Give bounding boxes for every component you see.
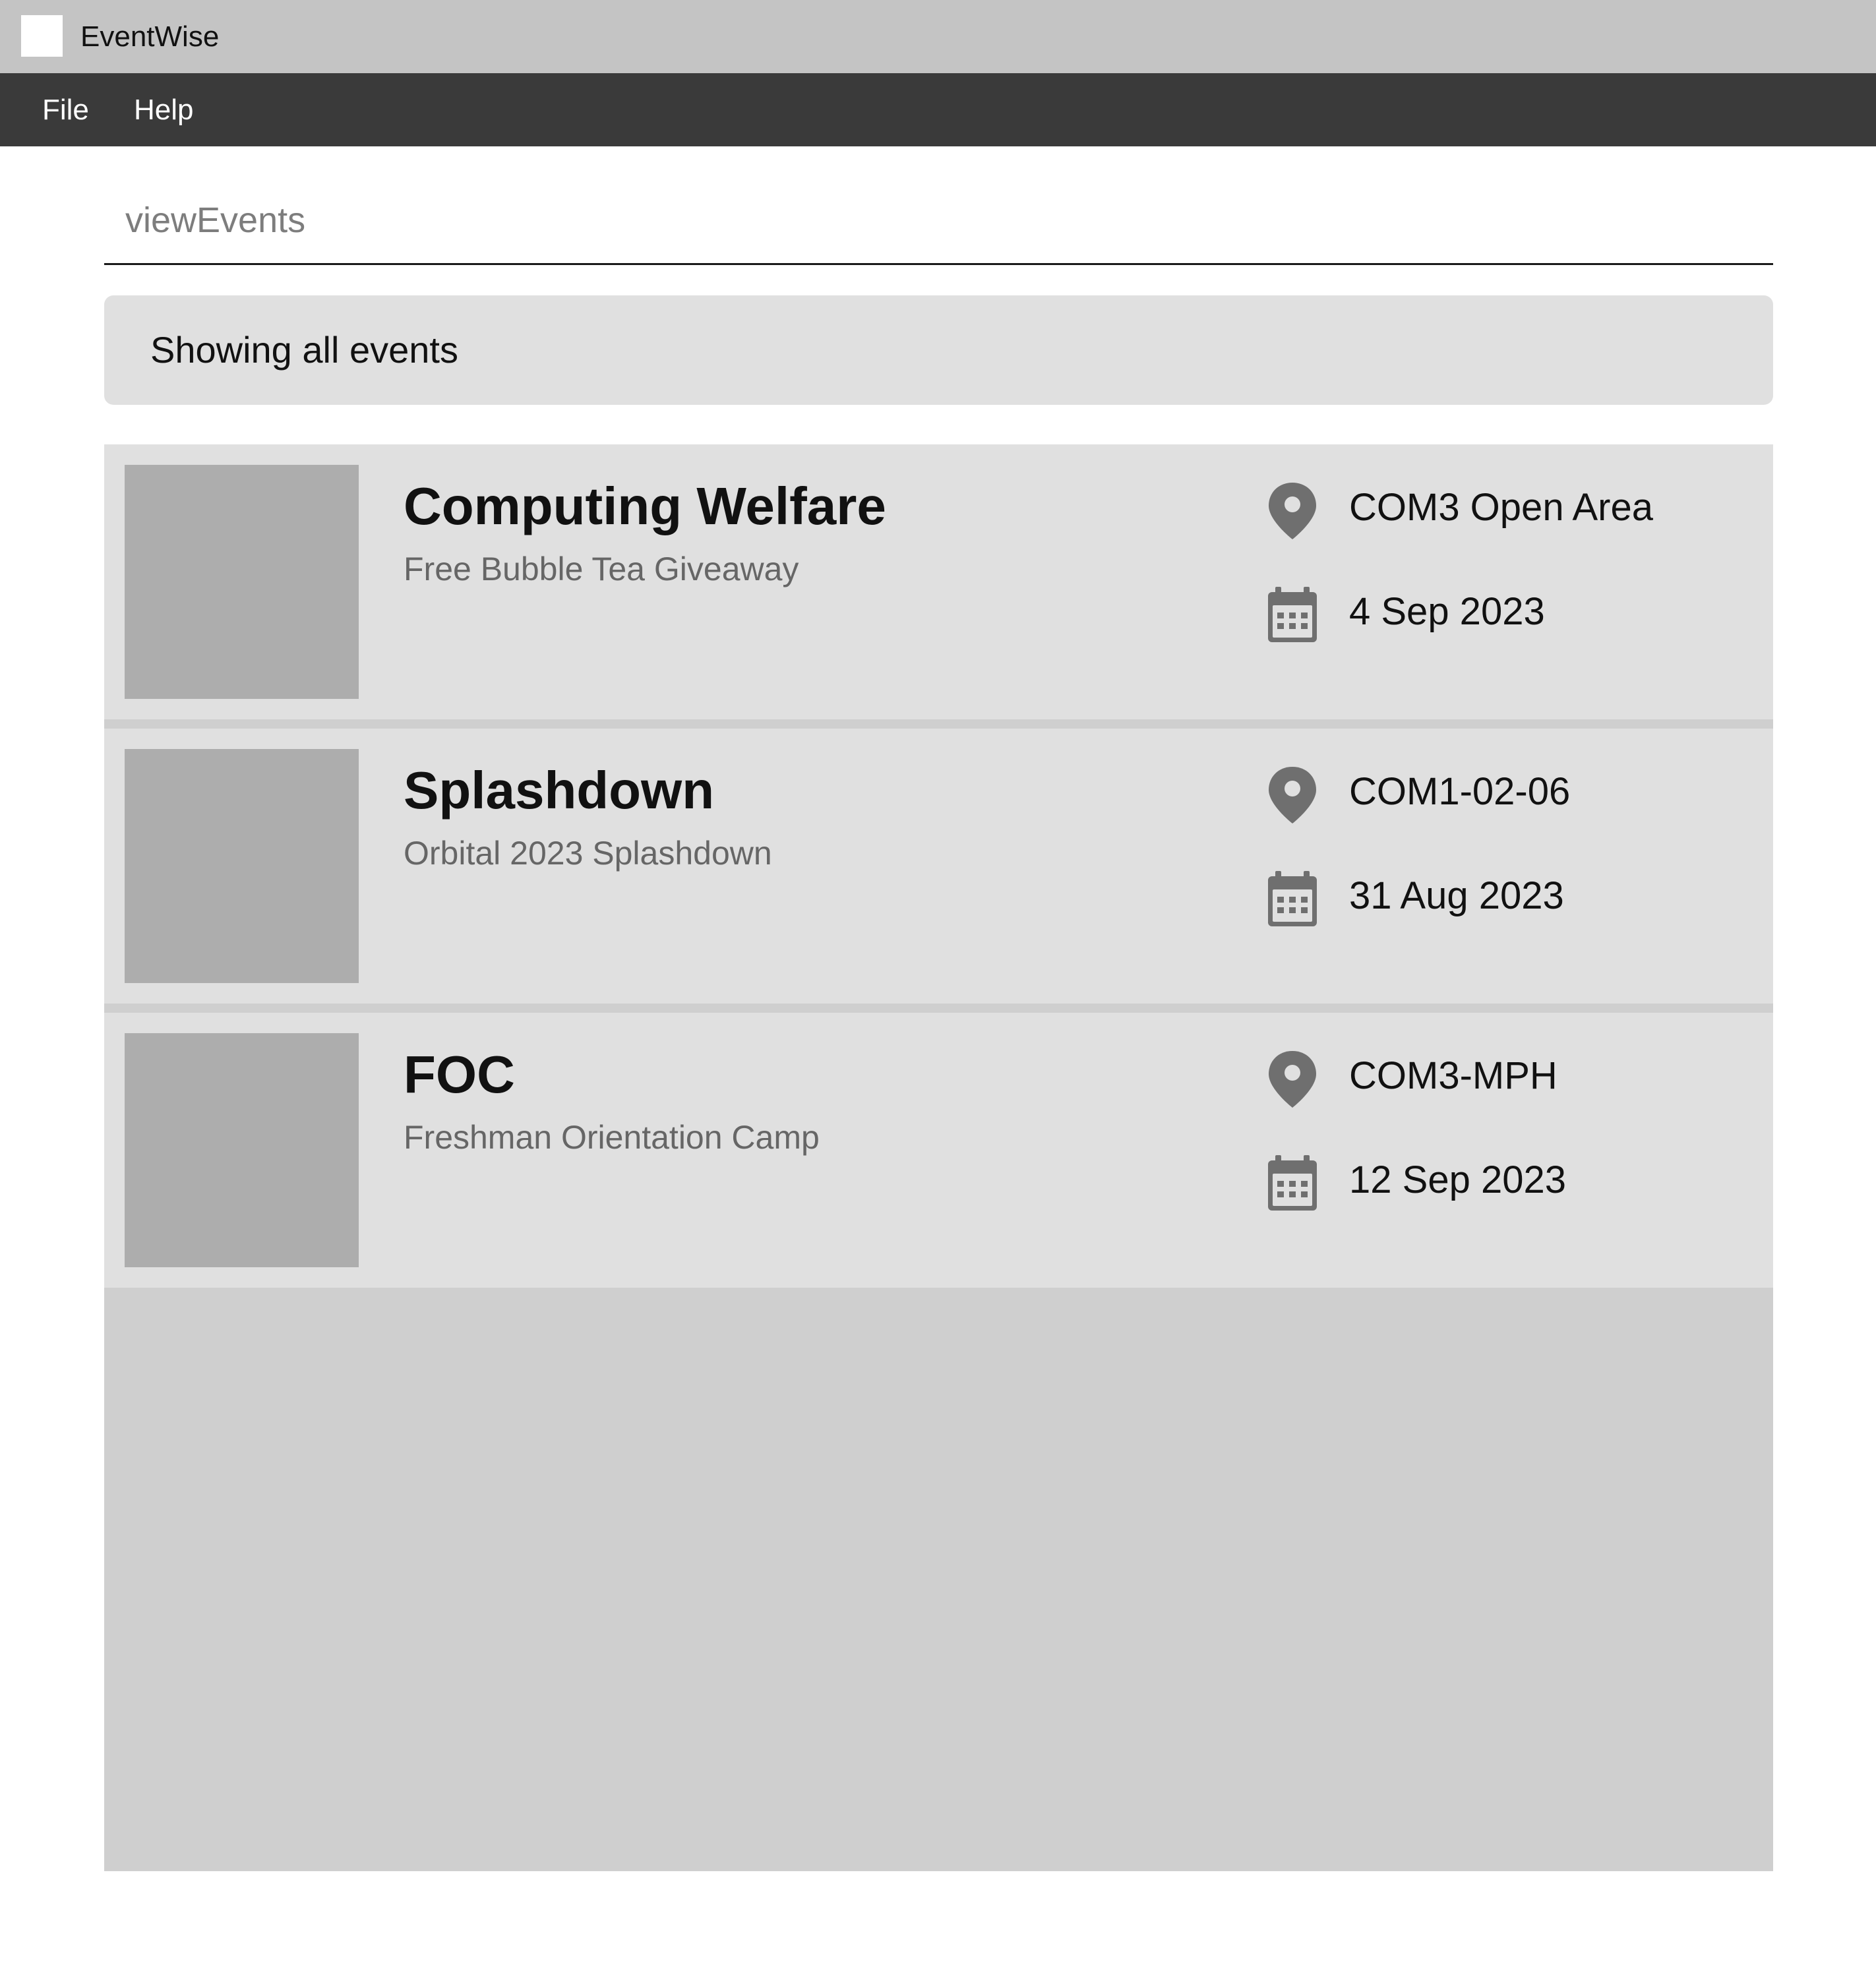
app-title: EventWise xyxy=(80,20,220,53)
result-message: Showing all events xyxy=(150,329,458,371)
event-card[interactable]: Splashdown Orbital 2023 Splashdown COM1-… xyxy=(104,729,1773,1004)
calendar-icon xyxy=(1268,1155,1317,1211)
event-card[interactable]: FOC Freshman Orientation Camp COM3-MPH 1… xyxy=(104,1013,1773,1288)
event-card[interactable]: Computing Welfare Free Bubble Tea Giveaw… xyxy=(104,444,1773,719)
event-date: 12 Sep 2023 xyxy=(1349,1158,1566,1201)
event-location: COM3-MPH xyxy=(1349,1054,1558,1097)
event-location: COM3 Open Area xyxy=(1349,486,1653,529)
calendar-icon xyxy=(1268,871,1317,926)
event-thumbnail xyxy=(125,1033,359,1267)
map-pin-icon xyxy=(1269,1051,1316,1108)
event-location: COM1-02-06 xyxy=(1349,770,1571,813)
event-name: Splashdown xyxy=(404,761,715,820)
result-display: Showing all events xyxy=(104,295,1773,405)
map-pin-icon xyxy=(1269,483,1316,539)
event-thumbnail xyxy=(125,749,359,983)
event-date: 4 Sep 2023 xyxy=(1349,590,1545,633)
event-description: Freshman Orientation Camp xyxy=(404,1119,820,1156)
event-date: 31 Aug 2023 xyxy=(1349,874,1564,917)
event-description: Free Bubble Tea Giveaway xyxy=(404,551,799,587)
command-input[interactable] xyxy=(104,177,1773,265)
event-description: Orbital 2023 Splashdown xyxy=(404,835,772,872)
calendar-icon xyxy=(1268,587,1317,642)
event-name: FOC xyxy=(404,1045,515,1104)
event-name: Computing Welfare xyxy=(404,477,886,535)
menu-help[interactable]: Help xyxy=(134,73,194,146)
menu-file[interactable]: File xyxy=(42,73,89,146)
event-thumbnail xyxy=(125,465,359,699)
app-icon xyxy=(21,15,63,57)
map-pin-icon xyxy=(1269,767,1316,824)
title-bar: EventWise xyxy=(0,0,1876,73)
menu-bar: File Help xyxy=(0,73,1876,146)
event-list[interactable]: Computing Welfare Free Bubble Tea Giveaw… xyxy=(104,444,1773,1871)
